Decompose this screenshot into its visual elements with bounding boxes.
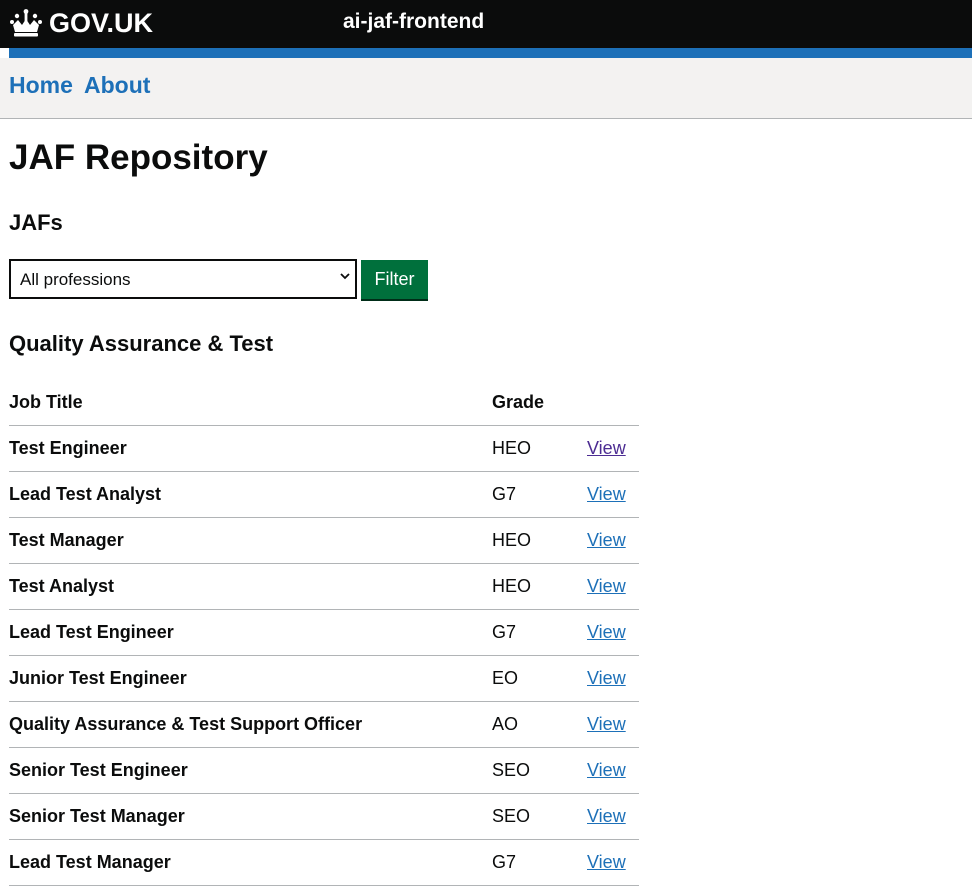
govuk-logo-link[interactable]: GOV.UK xyxy=(9,7,153,39)
grade-cell: HEO xyxy=(492,425,587,472)
job-title-cell: Lead Test Analyst xyxy=(9,471,492,518)
chevron-down-icon xyxy=(340,273,350,280)
primary-navigation: Home About xyxy=(0,58,972,119)
site-header: GOV.UK ai-jaf-frontend xyxy=(0,0,972,48)
view-link[interactable]: View xyxy=(587,484,626,504)
view-link[interactable]: View xyxy=(587,760,626,780)
table-header-row: Job Title Grade xyxy=(9,380,639,426)
grade-cell: HEO xyxy=(492,563,587,610)
view-link[interactable]: View xyxy=(587,714,626,734)
table-row: Junior Test Engineer EO View xyxy=(9,655,639,702)
job-title-cell: Senior Test Manager xyxy=(9,793,492,840)
table-row: Test Engineer HEO View xyxy=(9,425,639,472)
view-link[interactable]: View xyxy=(587,438,626,458)
job-title-cell: Test Analyst xyxy=(9,563,492,610)
service-name-link[interactable]: ai-jaf-frontend xyxy=(343,10,484,34)
logo-text: GOV.UK xyxy=(49,7,154,38)
column-header-action xyxy=(587,380,639,426)
profession-select[interactable]: All professions xyxy=(9,259,357,299)
header-accent-bar xyxy=(9,48,972,58)
table-row: Senior Test Manager SEO View xyxy=(9,793,639,840)
view-link[interactable]: View xyxy=(587,806,626,826)
grade-cell: HEO xyxy=(492,517,587,564)
view-link[interactable]: View xyxy=(587,530,626,550)
view-link[interactable]: View xyxy=(587,668,626,688)
grade-cell: EO xyxy=(492,655,587,702)
view-link[interactable]: View xyxy=(587,852,626,872)
grade-cell: G7 xyxy=(492,839,587,886)
column-header-grade: Grade xyxy=(492,380,587,426)
grade-cell: SEO xyxy=(492,793,587,840)
section-title: JAFs xyxy=(9,210,63,235)
table-row: Lead Test Engineer G7 View xyxy=(9,609,639,656)
crown-icon xyxy=(10,9,42,37)
filter-button[interactable]: Filter xyxy=(361,260,428,299)
view-link[interactable]: View xyxy=(587,576,626,596)
nav-item-about[interactable]: About xyxy=(84,72,150,99)
table-row: Lead Test Manager G7 View xyxy=(9,839,639,886)
job-title-cell: Lead Test Engineer xyxy=(9,609,492,656)
grade-cell: AO xyxy=(492,701,587,748)
jaf-table: Job Title Grade Test Engineer HEO View L… xyxy=(9,380,639,886)
view-link[interactable]: View xyxy=(587,622,626,642)
table-row: Test Manager HEO View xyxy=(9,517,639,564)
table-row: Quality Assurance & Test Support Officer… xyxy=(9,701,639,748)
grade-cell: SEO xyxy=(492,747,587,794)
page-title: JAF Repository xyxy=(9,138,268,177)
job-title-cell: Junior Test Engineer xyxy=(9,655,492,702)
job-title-cell: Test Engineer xyxy=(9,425,492,472)
job-title-cell: Lead Test Manager xyxy=(9,839,492,886)
job-title-cell: Quality Assurance & Test Support Officer xyxy=(9,701,492,748)
table-row: Senior Test Engineer SEO View xyxy=(9,747,639,794)
column-header-job-title: Job Title xyxy=(9,380,492,426)
job-title-cell: Test Manager xyxy=(9,517,492,564)
grade-cell: G7 xyxy=(492,609,587,656)
grade-cell: G7 xyxy=(492,471,587,518)
table-row: Lead Test Analyst G7 View xyxy=(9,471,639,518)
profession-select-value: All professions xyxy=(20,270,131,289)
profession-heading: Quality Assurance & Test xyxy=(9,331,274,356)
job-title-cell: Senior Test Engineer xyxy=(9,747,492,794)
nav-item-home[interactable]: Home xyxy=(9,72,73,99)
table-row: Test Analyst HEO View xyxy=(9,563,639,610)
